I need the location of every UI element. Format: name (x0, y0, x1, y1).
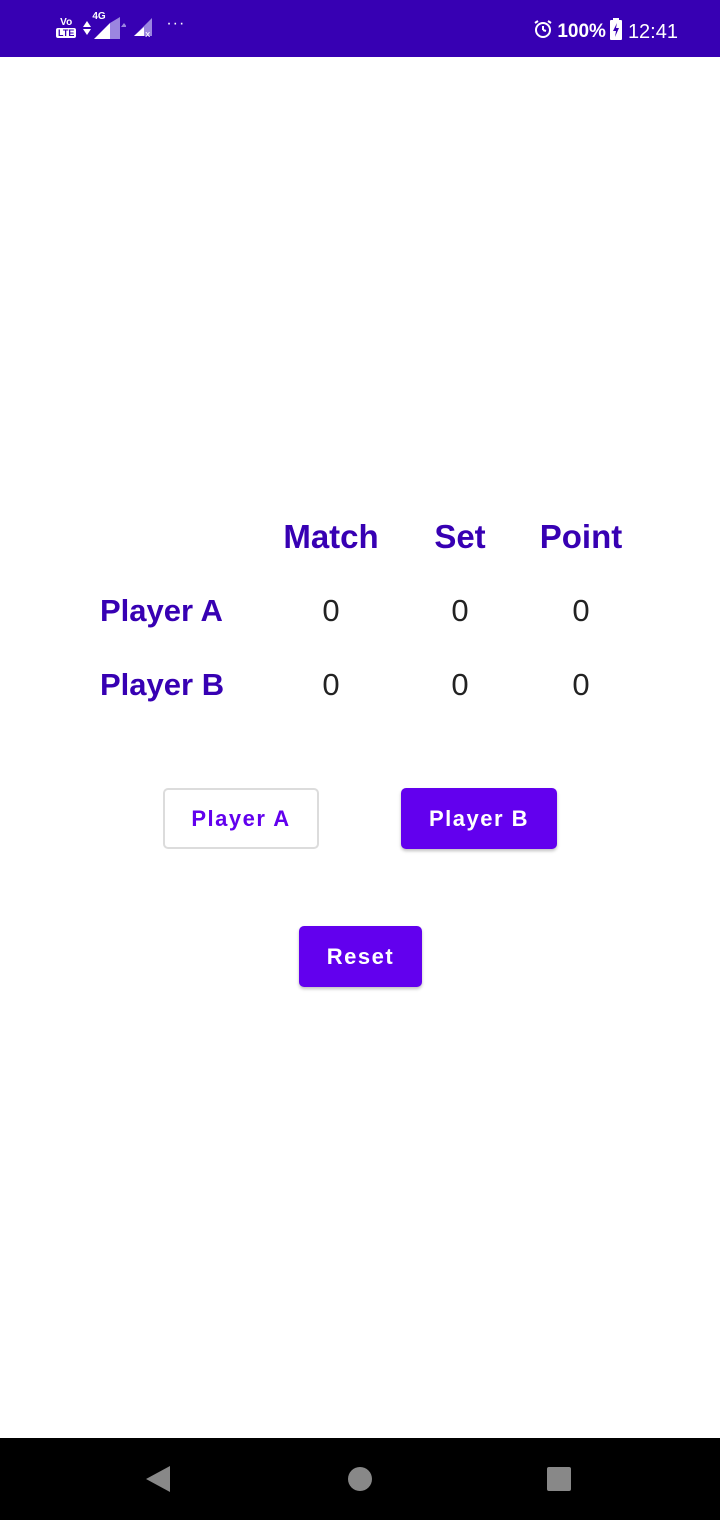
reset-button[interactable]: Reset (299, 926, 422, 987)
player-a-label: Player A (100, 593, 223, 628)
player-b-label: Player B (100, 667, 225, 702)
player-a-point-button[interactable]: Player A (163, 788, 319, 849)
scoreboard: Match Set Point Player A 0 0 0 Player B … (0, 0, 720, 800)
recents-square-icon (547, 1467, 571, 1491)
column-header-point: Point (539, 518, 623, 555)
column-header-match: Match (283, 518, 379, 555)
column-header-set: Set (434, 518, 486, 555)
player-a-point-score: 0 (572, 593, 590, 628)
navigation-bar (0, 1438, 720, 1520)
player-b-match-score: 0 (322, 667, 340, 702)
home-circle-icon (348, 1467, 372, 1491)
back-button[interactable] (108, 1438, 208, 1520)
player-b-point-button[interactable]: Player B (401, 788, 557, 849)
player-a-set-score: 0 (451, 593, 469, 628)
home-button[interactable] (310, 1438, 410, 1520)
back-triangle-icon (146, 1466, 170, 1492)
player-b-point-score: 0 (572, 667, 590, 702)
recents-button[interactable] (509, 1438, 609, 1520)
player-b-set-score: 0 (451, 667, 469, 702)
player-a-match-score: 0 (322, 593, 340, 628)
